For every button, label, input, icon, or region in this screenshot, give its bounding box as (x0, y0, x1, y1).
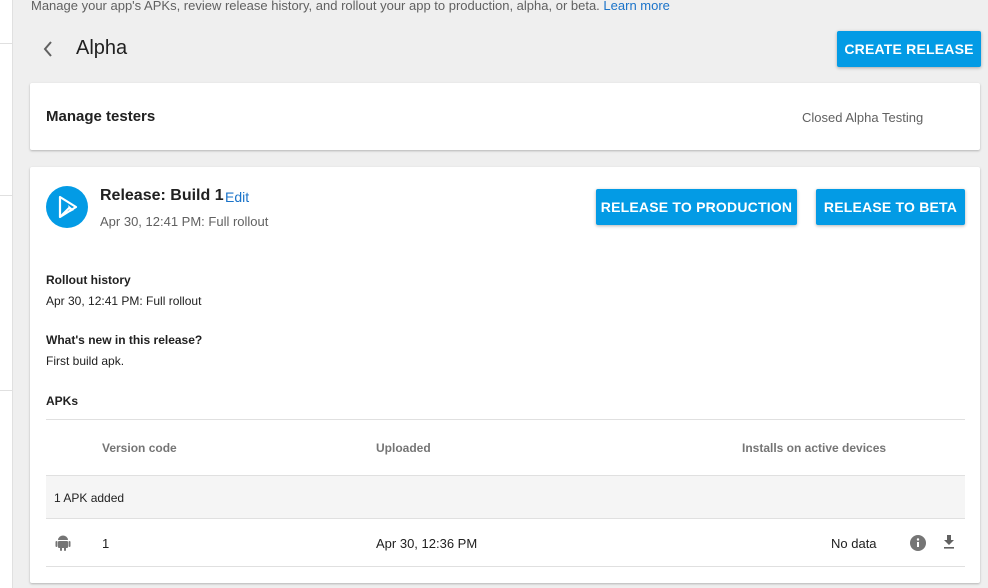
installs-value: No data (831, 536, 877, 551)
left-sidebar (0, 0, 13, 588)
description-text: Manage your app's APKs, review release h… (31, 0, 600, 13)
learn-more-link[interactable]: Learn more (603, 0, 669, 13)
table-row[interactable]: 1 Apr 30, 12:36 PM No data (46, 519, 965, 567)
create-release-button[interactable]: CREATE RELEASE (837, 31, 981, 67)
column-installs: Installs on active devices (742, 441, 887, 455)
page-description: Manage your app's APKs, review release h… (31, 0, 670, 13)
release-to-beta-button[interactable]: RELEASE TO BETA (816, 189, 965, 225)
release-to-production-button[interactable]: RELEASE TO PRODUCTION (596, 189, 797, 225)
rollout-history-label: Rollout history (46, 273, 131, 287)
column-version-code: Version code (102, 441, 177, 455)
manage-testers-title: Manage testers (46, 108, 156, 125)
manage-testers-card[interactable]: Manage testers Closed Alpha Testing (30, 83, 980, 150)
version-code-value: 1 (102, 536, 110, 551)
whats-new-value: First build apk. (46, 354, 125, 368)
download-icon[interactable] (943, 535, 955, 552)
sidebar-divider (0, 43, 13, 44)
apks-label: APKs (46, 394, 79, 408)
play-release-icon (58, 195, 78, 219)
sidebar-divider (0, 195, 13, 196)
apk-table: Version code Uploaded Installs on active… (46, 419, 965, 567)
page-title: Alpha (76, 37, 128, 59)
chevron-left-icon (43, 41, 52, 57)
release-avatar (46, 186, 88, 228)
apk-group-label: 1 APK added (54, 491, 125, 505)
rollout-history-value: Apr 30, 12:41 PM: Full rollout (46, 294, 202, 308)
testing-track-type: Closed Alpha Testing (802, 110, 924, 125)
info-icon[interactable] (910, 535, 926, 554)
whats-new-label: What's new in this release? (46, 333, 203, 347)
column-uploaded: Uploaded (376, 441, 431, 455)
back-button[interactable] (40, 38, 56, 60)
release-subtitle: Apr 30, 12:41 PM: Full rollout (100, 214, 269, 229)
release-card: Release: Build 1 Edit Apr 30, 12:41 PM: … (30, 167, 980, 583)
table-header: Version code Uploaded Installs on active… (46, 419, 965, 476)
sidebar-divider (0, 390, 13, 391)
release-title: Release: Build 1 (100, 187, 224, 204)
uploaded-value: Apr 30, 12:36 PM (376, 536, 478, 551)
edit-release-link[interactable]: Edit (225, 189, 249, 205)
android-icon (55, 534, 71, 555)
apk-group-row: 1 APK added (46, 476, 965, 519)
